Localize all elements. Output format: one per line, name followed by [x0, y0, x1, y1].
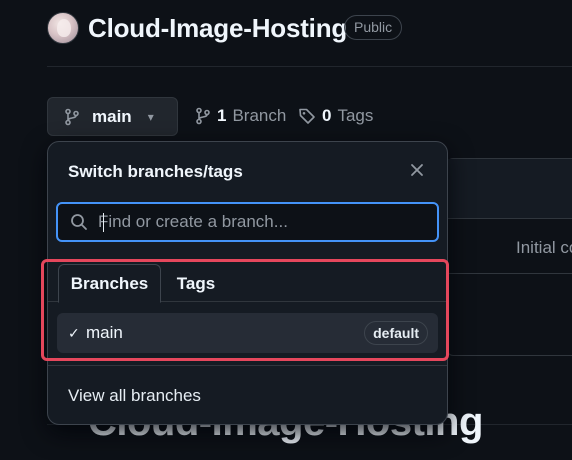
- search-icon: [70, 213, 88, 231]
- branch-selector-button[interactable]: main ▾: [47, 97, 178, 136]
- caret-down-icon: ▾: [147, 109, 154, 124]
- branches-count-link[interactable]: 1 Branch: [195, 106, 286, 126]
- tags-count-link[interactable]: 0 Tags: [298, 106, 373, 126]
- close-button[interactable]: [405, 158, 429, 182]
- current-branch-label: main: [92, 106, 132, 126]
- file-list-separator: [448, 273, 572, 274]
- branch-list-item-main[interactable]: ✓ main default: [57, 313, 438, 353]
- text-cursor: [103, 213, 104, 232]
- git-branch-icon: [64, 108, 80, 126]
- dropdown-footer-divider: [48, 365, 447, 366]
- header-divider: [47, 66, 572, 67]
- branch-name: main: [86, 323, 123, 342]
- file-list-header: [448, 159, 572, 219]
- tags-label: Tags: [337, 106, 374, 125]
- tags-count: 0: [322, 106, 332, 125]
- branch-search-field[interactable]: [56, 202, 439, 242]
- check-icon: ✓: [68, 324, 80, 341]
- branch-search-input[interactable]: [98, 207, 418, 237]
- default-branch-badge: default: [364, 321, 428, 345]
- tab-tags[interactable]: Tags: [168, 264, 224, 303]
- tab-branches[interactable]: Branches: [58, 264, 161, 303]
- git-branch-icon: [195, 107, 211, 125]
- branch-switcher-dropdown: Switch branches/tags Branches Tags ✓ mai…: [47, 141, 448, 425]
- visibility-badge: Public: [344, 15, 403, 40]
- x-icon: [410, 163, 424, 177]
- dropdown-title: Switch branches/tags: [68, 162, 243, 181]
- repo-title[interactable]: Cloud-Image-Hosting: [88, 11, 347, 45]
- repo-owner-avatar[interactable]: [47, 12, 79, 44]
- commit-message-snippet[interactable]: Initial co: [516, 238, 572, 258]
- branches-label: Branch: [232, 106, 287, 125]
- tag-icon: [298, 107, 316, 125]
- branches-count: 1: [217, 106, 227, 125]
- branch-tag-tabs: Branches Tags: [48, 262, 447, 303]
- view-all-branches-link[interactable]: View all branches: [68, 386, 201, 406]
